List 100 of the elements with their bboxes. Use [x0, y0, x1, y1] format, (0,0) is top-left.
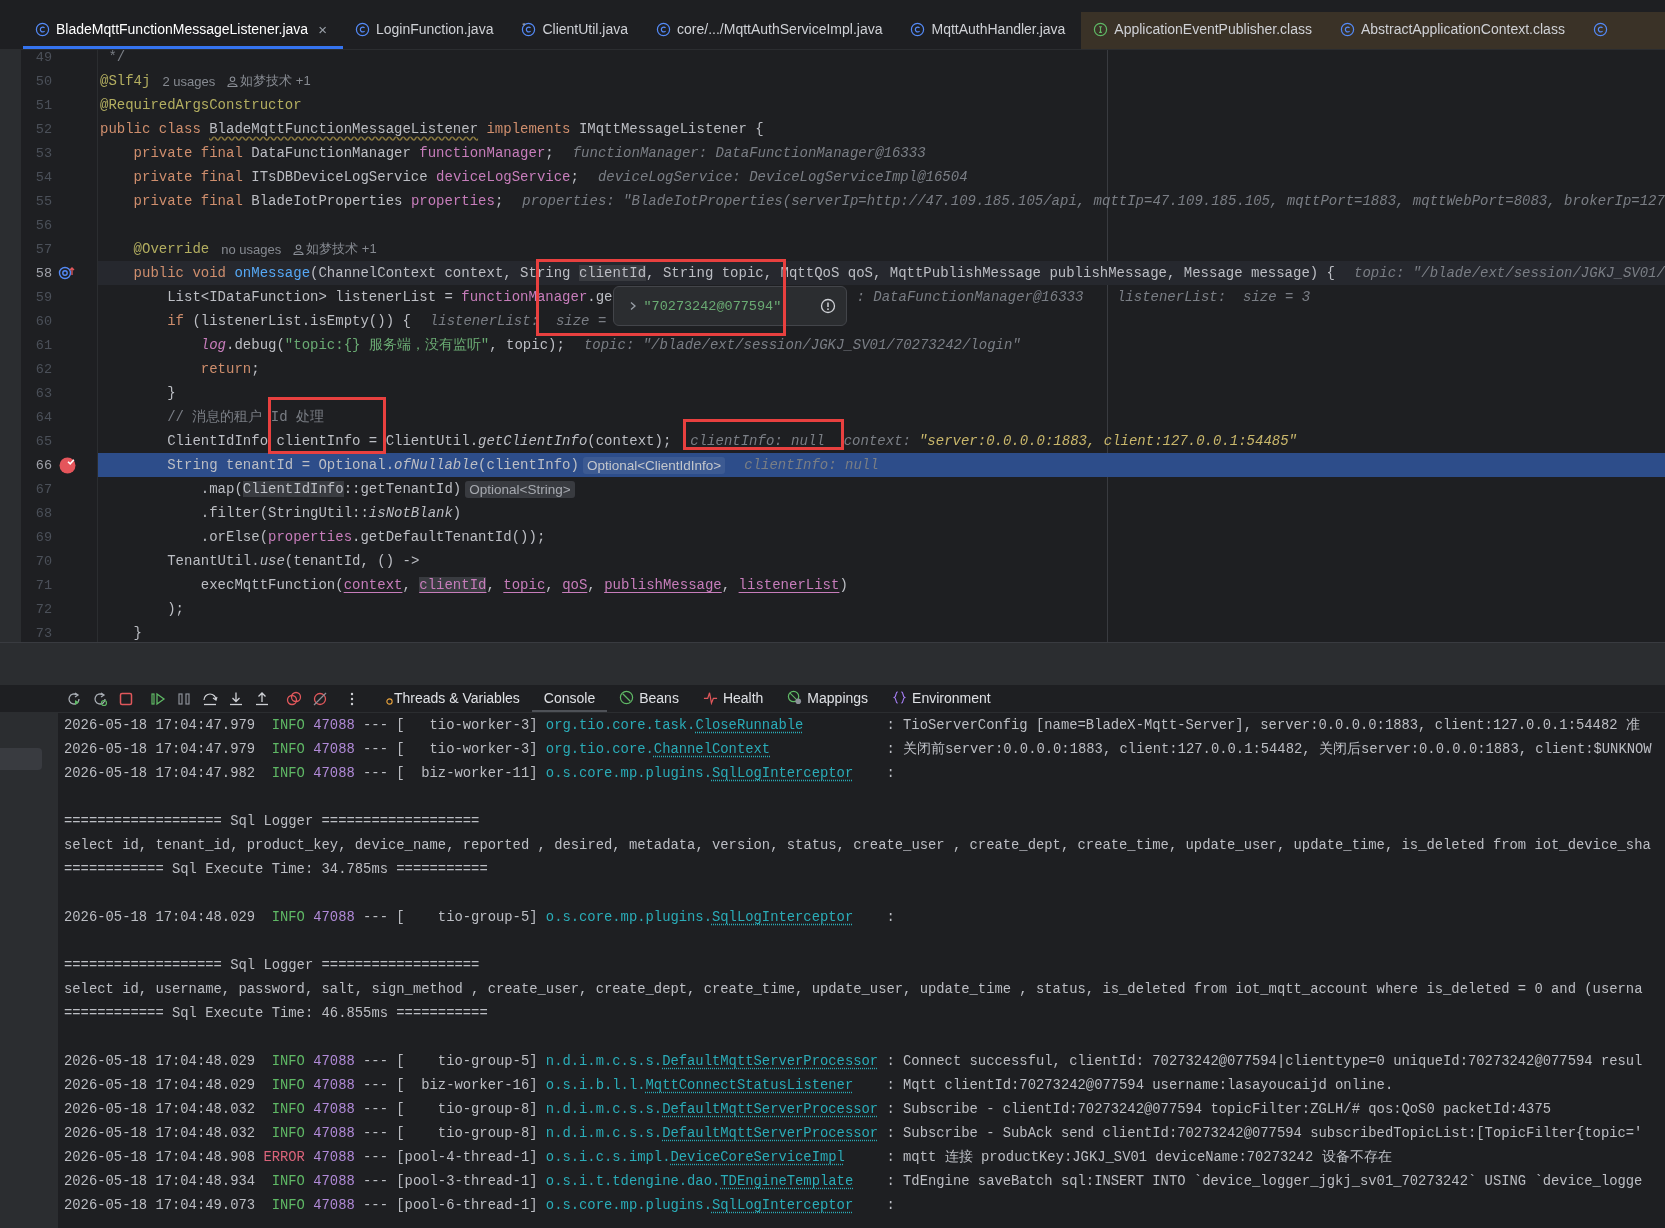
breakpoints-icon[interactable]: [286, 690, 302, 707]
log-line: 2026-05-18 17:04:49.073 INFO 47088 --- [pool-6-thread-1] o.s.core.mp.plugins.SqlLogInterceptor :: [64, 1197, 895, 1213]
debug-tab[interactable]: Mappings: [775, 685, 881, 712]
code-text: .orElse(properties.getDefaultTenantId());: [199, 528, 546, 547]
interface-file-icon: [1093, 21, 1109, 37]
code-text: String tenantId = Optional.ofNullable(clientInfo): [166, 456, 579, 475]
resume-icon[interactable]: [150, 690, 166, 707]
code-text: execMqttFunction(context, clientId, topic, qoS, publishMessage, listenerList): [199, 576, 848, 595]
editor-tab[interactable]: ClientUtil.java: [509, 12, 645, 49]
inline-value-hint: context:: [843, 433, 911, 449]
logger-link[interactable]: DefaultMqttServerProcessor: [662, 1125, 879, 1141]
class-file-icon: [354, 21, 370, 37]
inline-value-hint: properties: "BladeIotProperties(serverIp=http://47.109.185.105/api, mqttIp=47.109.185.105, mqttPort=1883, mqttWebPort=8083, brokerIp=127: [522, 193, 1665, 209]
code-text: private final DataFunctionManager functionManager;: [132, 144, 554, 163]
code-text: .filter(StringUtil::isNotBlank): [199, 504, 462, 523]
close-tab-button[interactable]: ×: [318, 20, 327, 38]
breakpoint-icon[interactable]: [58, 456, 76, 474]
log-text: ============ Sql Execute Time: 46.855ms ===========: [64, 1005, 488, 1021]
person-icon: [227, 75, 239, 87]
log-line: 2026-05-18 17:04:47.979 INFO 47088 --- [ tio-worker-3] org.tio.core.task.CloseRunnable : TioServerConfig [name=BladeX-Mqtt-Server], server:0.0.0.0:1883, client:127.0.0.1:54482 准: [64, 717, 1640, 733]
class-file-icon[interactable]: [1592, 21, 1608, 37]
editor-tab[interactable]: LoginFunction.java: [342, 12, 510, 49]
code-text: TenantUtil.use(tenantId, () ->: [166, 552, 420, 571]
code-text: ClientIdInfo clientInfo = ClientUtil.getClientInfo(context);: [166, 432, 672, 451]
mute-breakpoints-icon[interactable]: [312, 690, 328, 707]
inline-value-hint: functionManager: DataFunctionManager@16333: [572, 145, 926, 161]
debug-tab[interactable]: Console: [531, 685, 608, 712]
logger-link[interactable]: TDEngineTemplate: [720, 1173, 854, 1189]
debug-tab[interactable]: Environment: [880, 685, 1003, 712]
implements-marker-icon[interactable]: [58, 265, 76, 281]
person-icon: [293, 243, 305, 255]
editor-tab[interactable]: core/.../MqttAuthServiceImpl.java: [644, 12, 899, 49]
author-hint[interactable]: 如梦技术 +1: [240, 72, 311, 90]
logger-link[interactable]: ChannelContext: [653, 741, 771, 757]
logger-link[interactable]: MqttConnectStatusListener: [645, 1077, 854, 1093]
class-file-icon: [910, 21, 926, 37]
logger-link[interactable]: SqlLogInterceptor: [712, 909, 854, 925]
code-text: // 消息的租户 Id 处理: [166, 408, 325, 427]
usages-hint[interactable]: 2 usages: [162, 73, 216, 89]
pause-icon[interactable]: [176, 690, 192, 707]
logger-link[interactable]: SqlLogInterceptor: [712, 765, 854, 781]
code-text: @RequiredArgsConstructor: [100, 96, 302, 115]
code-text: public class BladeMqttFunctionMessageListener implements IMqttMessageListener {: [100, 120, 764, 139]
inline-value-hint: : DataFunctionManager@16333 listenerList: size = 3: [856, 289, 1311, 305]
info-icon[interactable]: [819, 298, 836, 314]
code-text: }: [132, 624, 142, 642]
logger-link[interactable]: DefaultMqttServerProcessor: [662, 1101, 879, 1117]
logger-link[interactable]: DefaultMqttServerProcessor: [662, 1053, 879, 1069]
logger-link[interactable]: DeviceCoreServiceImpl: [670, 1149, 845, 1165]
code-text: private final BladeIotProperties properties;: [132, 192, 504, 211]
inline-value-hint: topic: "/blade/ext/session/JGKJ_SV01/: [1354, 265, 1665, 281]
log-line: 2026-05-18 17:04:48.934 INFO 47088 --- [pool-3-thread-1] o.s.i.t.tdengine.dao.TDEngineTemplate : TdEngine saveBatch sql:INSERT INTO `device_logger_jgkj_sv01_70273242` USING `device_logge: [64, 1173, 1643, 1189]
value-text: "70273242@077594": [643, 298, 783, 314]
class-file-icon: [521, 21, 537, 37]
debug-tab[interactable]: Beans: [607, 685, 691, 712]
logger-link[interactable]: SqlLogInterceptor: [712, 1197, 854, 1213]
threads-icon: [386, 698, 393, 705]
log-text: select id, username, password, salt, sign_method , create_user, create_dept, create_time, update_user, update_time , status, is_deleted from iot_mqtt_account where is_deleted = 0 and (userna: [64, 981, 1643, 997]
logger-link[interactable]: CloseRunnable: [695, 717, 804, 733]
inline-value-hint: deviceLogService: DeviceLogServiceImpl@16504: [597, 169, 968, 185]
author-hint[interactable]: 如梦技术 +1: [306, 240, 377, 258]
inline-value-hint: "server:0.0.0.0:1883, client:127.0.0.1:54485": [918, 433, 1297, 449]
code-text: @Override: [132, 240, 210, 259]
log-line: 2026-05-18 17:04:48.029 INFO 47088 --- [ biz-worker-16] o.s.i.b.l.l.MqttConnectStatusListener : Mqtt clientId:70273242@077594 username:lasayoucaijd online.: [64, 1077, 1394, 1093]
code-text: log.debug("topic:{} 服务端，没有监听", topic);: [199, 336, 565, 355]
code-text: */: [107, 50, 126, 67]
debug-tab[interactable]: Health: [690, 685, 776, 712]
line-number: 66: [34, 457, 52, 473]
code-text: if (listenerList.isEmpty()) {: [166, 312, 411, 331]
editor-tab[interactable]: MqttAuthHandler.java: [898, 12, 1082, 49]
log-line: 2026-05-18 17:04:47.979 INFO 47088 --- [ tio-worker-3] org.tio.core.ChannelContext : 关闭前server:0.0.0.0:1883, client:127.0.0.1:54482, 关闭后server:0.0.0.0:1883, client:$UNKNOW: [64, 741, 1652, 757]
class-file-icon: [1340, 21, 1355, 37]
editor-tab[interactable]: ApplicationEventPublisher.class: [1081, 12, 1328, 49]
code-text: }: [166, 384, 176, 403]
code-text: private final ITsDBDeviceLogService deviceLogService;: [132, 168, 579, 187]
log-text: ============ Sql Execute Time: 34.785ms ===========: [64, 861, 488, 877]
step-into-icon[interactable]: [228, 690, 244, 707]
inline-value-hint: clientInfo: null: [744, 457, 879, 473]
pulse-icon: [702, 690, 718, 705]
inline-value-hint: listenerList: size =: [429, 313, 607, 329]
log-text: =================== Sql Logger ===================: [64, 813, 480, 829]
rerun-icon[interactable]: [66, 690, 82, 707]
step-over-icon[interactable]: [202, 690, 218, 707]
class-file-icon: [656, 21, 672, 37]
step-out-icon[interactable]: [254, 690, 270, 707]
log-text: =================== Sql Logger ===================: [64, 957, 480, 973]
debug-tab[interactable]: Threads & Variables: [374, 685, 532, 712]
log-line: 2026-05-18 17:04:48.032 INFO 47088 --- [ tio-group-8] n.d.i.m.c.s.s.DefaultMqttServerProcessor : Subscribe - clientId:70273242@077594 topicFilter:ZGLH/# qos:QoS0 packetId:4375: [64, 1101, 1552, 1117]
stop-icon[interactable]: [118, 690, 134, 707]
log-line: 2026-05-18 17:04:48.029 INFO 47088 --- [ tio-group-5] o.s.core.mp.plugins.SqlLogInterceptor :: [64, 909, 895, 925]
line-number: 58: [34, 265, 52, 281]
type-hint: Optional<String>: [465, 480, 575, 498]
usages-hint[interactable]: no usages: [221, 241, 282, 257]
code-text: .map(ClientIdInfo::getTenantId): [199, 480, 462, 499]
code-text: );: [166, 600, 184, 619]
editor-tab[interactable]: BladeMqttFunctionMessageListener.java ×: [23, 12, 343, 49]
log-line: 2026-05-18 17:04:48.032 INFO 47088 --- [ tio-group-8] n.d.i.m.c.s.s.DefaultMqttServerProcessor : Subscribe - SubAck send clientId:70273242@077594 subscribedTopicList:[TopicFilter{topic=': [64, 1125, 1643, 1141]
restart-icon[interactable]: [92, 690, 108, 707]
log-line: 2026-05-18 17:04:48.908 ERROR 47088 --- [pool-4-thread-1] o.s.i.c.s.impl.DeviceCoreServiceImpl : mqtt 连接 productKey:JGKJ_SV01 deviceName:70273242 设备不存在: [64, 1149, 1392, 1165]
editor-tab[interactable]: AbstractApplicationContext.class: [1328, 12, 1581, 49]
